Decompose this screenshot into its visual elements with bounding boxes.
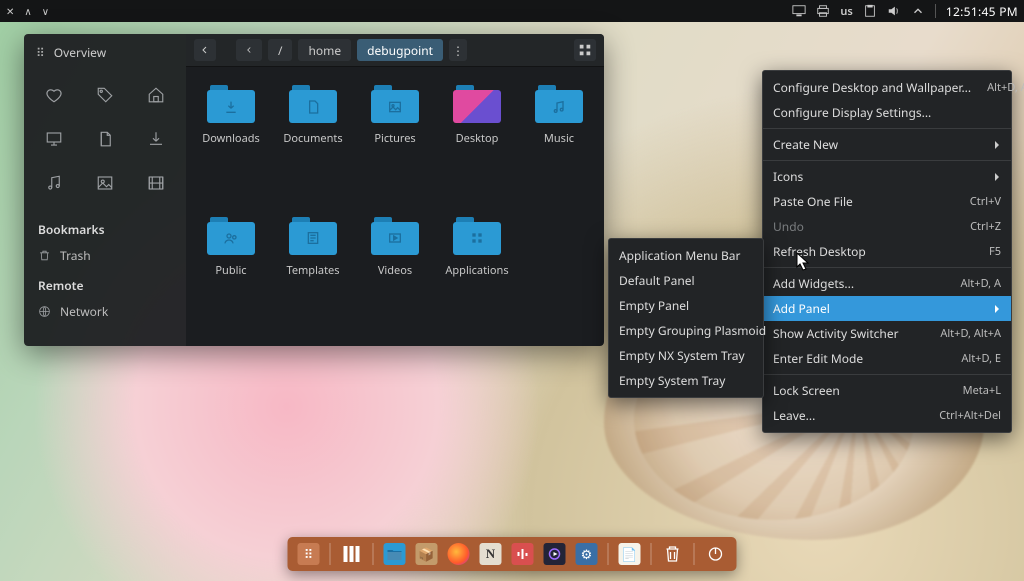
fm-file-grid: Downloads Documents Pictures Desktop Mus… bbox=[186, 67, 604, 346]
fm-sidebar: ⠿ Overview Bookmarks Trash Remote Networ… bbox=[24, 34, 186, 346]
mi-configure-display[interactable]: Configure Display Settings... bbox=[763, 100, 1011, 125]
folder-documents[interactable]: Documents bbox=[272, 75, 354, 207]
smi-app-menu-bar[interactable]: Application Menu Bar bbox=[609, 243, 763, 268]
desktop-icon[interactable] bbox=[30, 117, 78, 161]
trash-item[interactable]: Trash bbox=[24, 242, 186, 269]
tray-expand-icon[interactable] bbox=[911, 4, 925, 18]
tags-icon[interactable] bbox=[81, 73, 129, 117]
folder-desktop[interactable]: Desktop bbox=[436, 75, 518, 207]
dock-separator bbox=[608, 543, 609, 565]
favorites-icon[interactable] bbox=[30, 73, 78, 117]
fm-view-grid-button[interactable] bbox=[574, 39, 596, 61]
window-controls: ✕ ∧ ∨ bbox=[6, 4, 49, 18]
top-panel: ✕ ∧ ∨ us 12:51:45 PM bbox=[0, 0, 1024, 22]
dock-settings-icon[interactable]: ⚙ bbox=[576, 543, 598, 565]
mi-icons[interactable]: Icons bbox=[763, 164, 1011, 189]
folder-applications[interactable]: Applications bbox=[436, 207, 518, 339]
file-manager-window: ⠿ Overview Bookmarks Trash Remote Networ… bbox=[24, 34, 604, 346]
folder-public[interactable]: Public bbox=[190, 207, 272, 339]
mi-activity-switcher[interactable]: Show Activity SwitcherAlt+D, Alt+A bbox=[763, 321, 1011, 346]
dock-audio-icon[interactable] bbox=[512, 543, 534, 565]
window-close-icon[interactable]: ✕ bbox=[6, 4, 14, 18]
keyboard-layout[interactable]: us bbox=[840, 4, 852, 18]
smi-default-panel[interactable]: Default Panel bbox=[609, 268, 763, 293]
mi-lock-screen[interactable]: Lock ScreenMeta+L bbox=[763, 378, 1011, 403]
dock-separator bbox=[330, 543, 331, 565]
folder-empty-slot bbox=[518, 207, 600, 339]
menu-separator bbox=[763, 160, 1011, 161]
music-icon[interactable] bbox=[30, 161, 78, 205]
mi-add-panel[interactable]: Add Panel bbox=[763, 296, 1011, 321]
bookmarks-section: Bookmarks bbox=[24, 213, 186, 242]
fm-overview-header[interactable]: ⠿ Overview bbox=[24, 34, 186, 71]
bottom-dock: ⠿ 📦 N ⚙ 📄 bbox=[288, 537, 737, 571]
overview-label: Overview bbox=[54, 44, 106, 61]
window-down-icon[interactable]: ∨ bbox=[42, 4, 49, 18]
dock-player-icon[interactable] bbox=[544, 543, 566, 565]
fm-category-grid bbox=[24, 71, 186, 213]
mi-leave[interactable]: Leave...Ctrl+Alt+Del bbox=[763, 403, 1011, 428]
breadcrumb-home[interactable]: home bbox=[298, 39, 351, 61]
fm-back-button[interactable] bbox=[236, 39, 262, 61]
dock-firefox-icon[interactable] bbox=[448, 543, 470, 565]
mi-undo: UndoCtrl+Z bbox=[763, 214, 1011, 239]
clock[interactable]: 12:51:45 PM bbox=[946, 3, 1018, 20]
menu-separator bbox=[763, 374, 1011, 375]
mouse-cursor-icon bbox=[796, 252, 810, 272]
add-panel-submenu: Application Menu Bar Default Panel Empty… bbox=[608, 238, 764, 398]
smi-empty-nx-tray[interactable]: Empty NX System Tray bbox=[609, 343, 763, 368]
mi-create-new[interactable]: Create New bbox=[763, 132, 1011, 157]
fm-nav-button[interactable] bbox=[194, 39, 216, 61]
dock-newdoc-icon[interactable]: 📄 bbox=[619, 543, 641, 565]
documents-icon[interactable] bbox=[81, 117, 129, 161]
clipboard-icon[interactable] bbox=[863, 4, 877, 18]
dock-files-icon[interactable] bbox=[384, 543, 406, 565]
dock-software-icon[interactable]: 📦 bbox=[416, 543, 438, 565]
folder-downloads[interactable]: Downloads bbox=[190, 75, 272, 207]
breadcrumb-current[interactable]: debugpoint bbox=[357, 39, 443, 61]
window-up-icon[interactable]: ∧ bbox=[24, 4, 31, 18]
mi-add-widgets[interactable]: Add Widgets...Alt+D, A bbox=[763, 271, 1011, 296]
smi-empty-grouping[interactable]: Empty Grouping Plasmoid bbox=[609, 318, 763, 343]
dock-separator bbox=[373, 543, 374, 565]
dock-power-icon[interactable] bbox=[705, 543, 727, 565]
home-icon[interactable] bbox=[132, 73, 180, 117]
dock-separator bbox=[651, 543, 652, 565]
network-item[interactable]: Network bbox=[24, 298, 186, 325]
pictures-icon[interactable] bbox=[81, 161, 129, 205]
dock-notes-icon[interactable]: N bbox=[480, 543, 502, 565]
breadcrumb-root[interactable]: / bbox=[268, 39, 292, 61]
mi-configure-wallpaper[interactable]: Configure Desktop and Wallpaper...Alt+D,… bbox=[763, 75, 1011, 100]
dock-activities-icon[interactable] bbox=[341, 543, 363, 565]
mi-paste[interactable]: Paste One FileCtrl+V bbox=[763, 189, 1011, 214]
dock-separator bbox=[694, 543, 695, 565]
volume-icon[interactable] bbox=[887, 4, 901, 18]
printer-icon[interactable] bbox=[816, 4, 830, 18]
overview-icon: ⠿ bbox=[36, 44, 46, 61]
display-icon[interactable] bbox=[792, 4, 806, 18]
folder-videos[interactable]: Videos bbox=[354, 207, 436, 339]
dock-launcher-icon[interactable]: ⠿ bbox=[298, 543, 320, 565]
fm-main: / home debugpoint ⋮ Downloads Documents … bbox=[186, 34, 604, 346]
folder-pictures[interactable]: Pictures bbox=[354, 75, 436, 207]
folder-music[interactable]: Music bbox=[518, 75, 600, 207]
fm-more-button[interactable]: ⋮ bbox=[449, 39, 467, 61]
smi-empty-panel[interactable]: Empty Panel bbox=[609, 293, 763, 318]
dock-trash-icon[interactable] bbox=[662, 543, 684, 565]
system-tray: us 12:51:45 PM bbox=[792, 3, 1018, 20]
videos-icon[interactable] bbox=[132, 161, 180, 205]
mi-edit-mode[interactable]: Enter Edit ModeAlt+D, E bbox=[763, 346, 1011, 371]
downloads-icon[interactable] bbox=[132, 117, 180, 161]
smi-empty-system-tray[interactable]: Empty System Tray bbox=[609, 368, 763, 393]
fm-toolbar: / home debugpoint ⋮ bbox=[186, 34, 604, 67]
folder-templates[interactable]: Templates bbox=[272, 207, 354, 339]
remote-section: Remote bbox=[24, 269, 186, 298]
menu-separator bbox=[763, 128, 1011, 129]
tray-separator bbox=[935, 4, 936, 18]
